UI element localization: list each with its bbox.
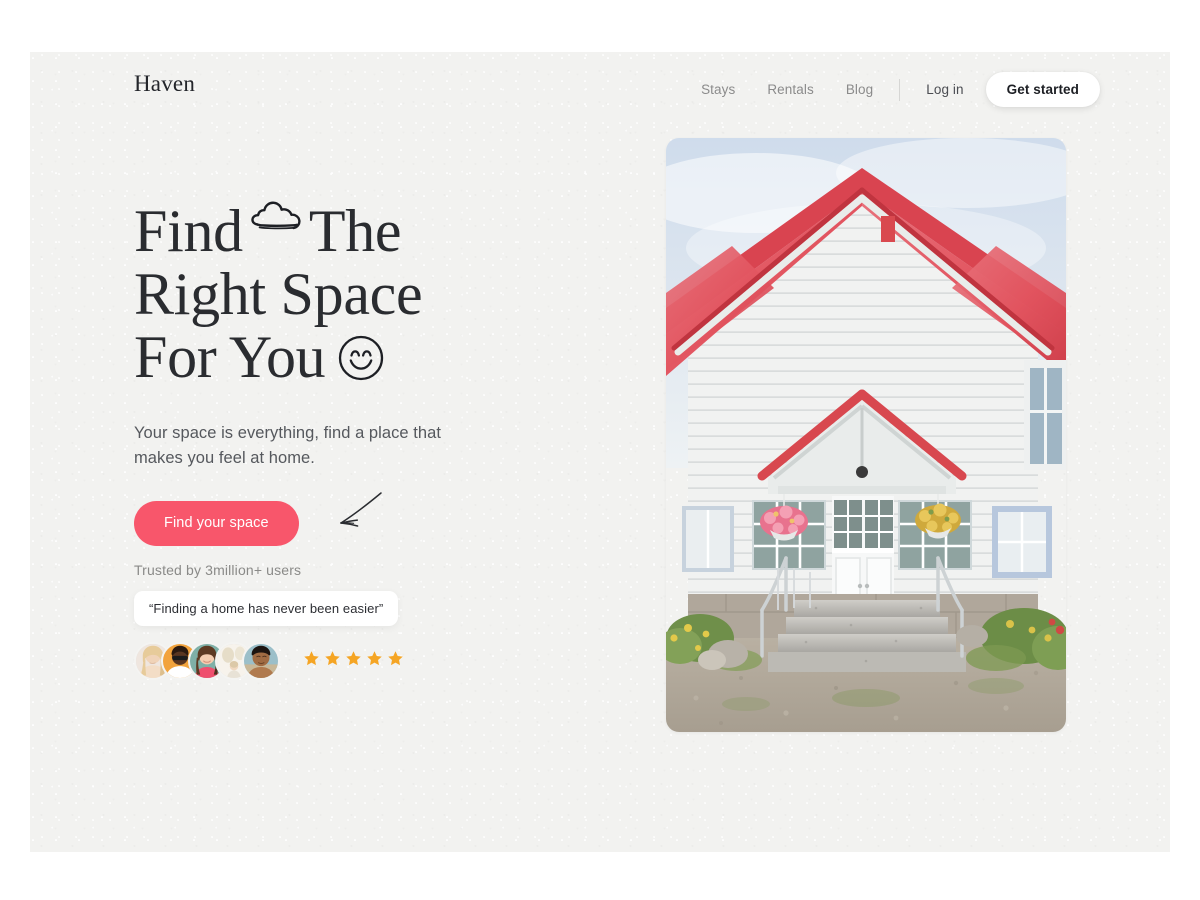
cta-row: Find your space xyxy=(134,492,604,553)
testimonial-card: “Finding a home has never been easier” xyxy=(134,591,399,626)
login-link[interactable]: Log in xyxy=(910,82,979,97)
headline-line-2: Right Space xyxy=(134,261,423,327)
main-navigation: Stays Rentals Blog Log in Get started xyxy=(685,72,1100,107)
hero-house-image xyxy=(666,138,1066,732)
headline-word-find: Find xyxy=(134,198,243,264)
find-your-space-button[interactable]: Find your space xyxy=(134,500,299,546)
nav-item-stays[interactable]: Stays xyxy=(685,82,751,97)
cloud-doodle-icon xyxy=(251,182,303,245)
nav-item-rentals[interactable]: Rentals xyxy=(751,82,829,97)
star-icon xyxy=(387,650,404,672)
star-icon xyxy=(366,650,383,672)
nav-item-blog[interactable]: Blog xyxy=(830,82,889,97)
headline-line-3: For You xyxy=(134,326,604,394)
site-header: Haven Stays Rentals Blog Log in Get star… xyxy=(30,52,1170,132)
get-started-button[interactable]: Get started xyxy=(985,72,1100,107)
trusted-by-label: Trusted by 3million+ users xyxy=(134,562,302,578)
brand-logo[interactable]: Haven xyxy=(134,71,195,97)
hero-content: Find The Right Space For You Your space … xyxy=(134,182,604,553)
headline-word-the: The xyxy=(308,198,402,264)
headline-line-3-text: For You xyxy=(134,324,326,390)
rating-stars xyxy=(303,650,404,672)
page-card: Haven Stays Rentals Blog Log in Get star… xyxy=(30,52,1170,852)
star-icon xyxy=(345,650,362,672)
avatar xyxy=(242,642,280,680)
social-row xyxy=(134,642,534,680)
avatar-group xyxy=(134,642,280,680)
nav-divider xyxy=(899,78,901,101)
hero-subtitle: Your space is everything, find a place t… xyxy=(134,423,441,467)
star-icon xyxy=(324,650,341,672)
headline-line-1: Find The xyxy=(134,182,604,263)
page-title: Find The Right Space For You xyxy=(134,182,604,394)
social-proof-section: Trusted by 3million+ users “Finding a ho… xyxy=(134,562,534,680)
hand-drawn-arrow-icon xyxy=(319,481,391,544)
smiley-face-doodle-icon xyxy=(337,331,385,394)
star-icon xyxy=(303,650,320,672)
